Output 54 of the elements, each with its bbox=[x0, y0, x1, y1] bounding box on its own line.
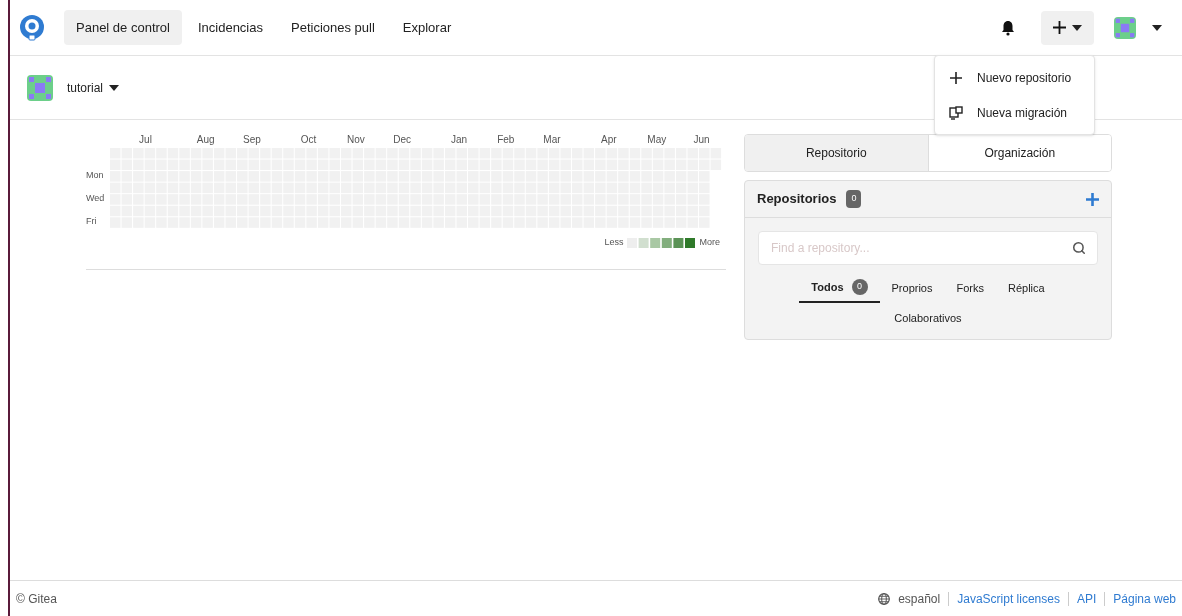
day-label: Wed bbox=[86, 191, 105, 205]
add-icon[interactable] bbox=[1086, 192, 1099, 206]
plus-icon bbox=[1053, 21, 1066, 34]
avatar bbox=[1114, 16, 1136, 39]
avatar bbox=[27, 74, 53, 101]
count-badge: 0 bbox=[846, 190, 862, 208]
nav-link[interactable]: Explorar bbox=[390, 9, 464, 46]
month-label: Jul bbox=[139, 133, 152, 147]
month-label: Mar bbox=[543, 133, 561, 147]
switch-tab[interactable]: Organización bbox=[927, 135, 1111, 171]
search-icon bbox=[1072, 241, 1086, 255]
month-label: Jan bbox=[450, 133, 468, 147]
caret-icon bbox=[109, 84, 120, 91]
filter-tab[interactable]: Proprios bbox=[879, 273, 945, 303]
language-link[interactable]: español bbox=[898, 589, 941, 608]
month-label: Feb bbox=[497, 133, 515, 147]
footer-link[interactable]: Página web bbox=[1104, 591, 1176, 606]
create-button[interactable] bbox=[1041, 10, 1094, 45]
migration-icon bbox=[949, 105, 963, 120]
month-label: Oct bbox=[300, 133, 317, 147]
nav-link[interactable]: Peticiones pull bbox=[279, 9, 387, 46]
nav-link[interactable]: Incidencias bbox=[185, 9, 275, 46]
user-menu-button[interactable] bbox=[1114, 16, 1162, 39]
globe-icon bbox=[878, 592, 891, 605]
month-label: Nov bbox=[347, 133, 365, 147]
copyright-text: © Gitea bbox=[16, 590, 57, 608]
month-label: May bbox=[647, 133, 667, 147]
month-label: Apr bbox=[601, 133, 617, 147]
menu-item[interactable]: Nueva migración bbox=[935, 95, 1094, 130]
filter-tab[interactable]: Réplica bbox=[996, 273, 1057, 303]
legend-scale-drawing bbox=[627, 237, 696, 248]
legend-label: Less bbox=[604, 236, 624, 249]
footer-link[interactable]: JavaScript licenses bbox=[948, 591, 1060, 606]
switch-tab[interactable]: Repositorio bbox=[745, 135, 928, 171]
filter-tab[interactable]: Todos 0 bbox=[799, 273, 880, 303]
logo-icon[interactable] bbox=[18, 13, 46, 42]
context-switcher[interactable]: tutorial bbox=[27, 74, 120, 101]
bell-icon[interactable] bbox=[1001, 19, 1015, 36]
filter-tab[interactable]: Forks bbox=[944, 273, 996, 303]
month-label: Dec bbox=[393, 133, 411, 147]
panel-title: Repositorios bbox=[757, 190, 837, 209]
footer-link[interactable]: API bbox=[1067, 591, 1097, 606]
day-label: Mon bbox=[86, 168, 104, 182]
caret-icon bbox=[1072, 24, 1082, 31]
month-label: Aug bbox=[196, 133, 215, 147]
filter-tab[interactable]: Colaborativos bbox=[882, 303, 974, 333]
nav-link[interactable]: Panel de control bbox=[64, 9, 182, 46]
month-label: Sep bbox=[243, 133, 261, 147]
legend-label: More bbox=[699, 236, 720, 249]
month-label: Jun bbox=[693, 133, 710, 147]
menu-item[interactable]: Nuevo repositorio bbox=[935, 60, 1094, 95]
day-label: Fri bbox=[86, 214, 97, 228]
caret-icon bbox=[1152, 24, 1162, 31]
plus-icon bbox=[949, 70, 963, 85]
